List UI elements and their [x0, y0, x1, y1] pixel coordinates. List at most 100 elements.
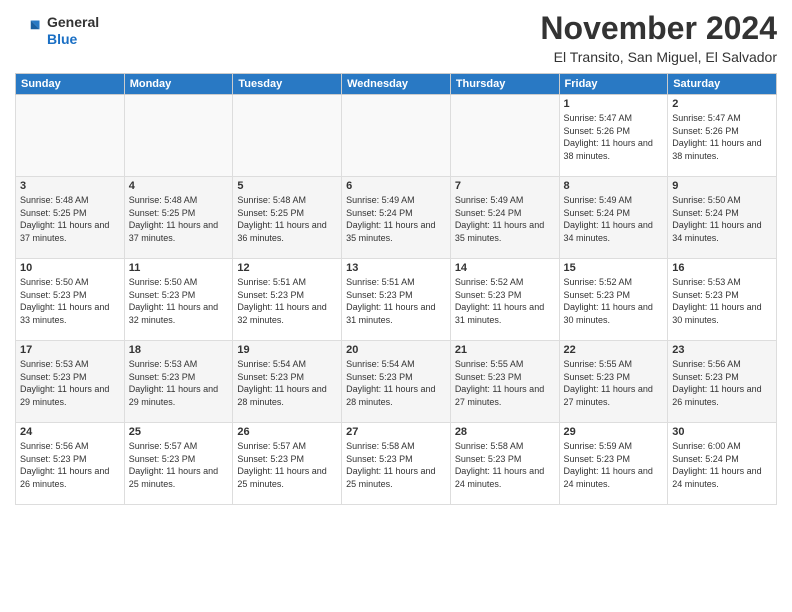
- day-number: 7: [455, 180, 555, 192]
- calendar-cell: 11Sunrise: 5:50 AM Sunset: 5:23 PM Dayli…: [124, 259, 233, 341]
- day-number: 25: [129, 426, 229, 438]
- day-info: Sunrise: 5:55 AM Sunset: 5:23 PM Dayligh…: [564, 358, 664, 408]
- day-number: 11: [129, 262, 229, 274]
- calendar-header: Sunday Monday Tuesday Wednesday Thursday…: [16, 74, 777, 95]
- calendar-cell: 4Sunrise: 5:48 AM Sunset: 5:25 PM Daylig…: [124, 177, 233, 259]
- calendar-week-1: 3 Sunrise: 5:48 AM Sunset: 5:25 PM Daylig…: [16, 177, 777, 259]
- day-number: 14: [455, 262, 555, 274]
- calendar-cell: 7 Sunrise: 5:49 AM Sunset: 5:24 PM Daylig…: [450, 177, 559, 259]
- day-number: 28: [455, 426, 555, 438]
- calendar-cell: 13 Sunrise: 5:51 AM Sunset: 5:23 PM Dayli…: [342, 259, 451, 341]
- day-info: Sunrise: 5:51 AM Sunset: 5:23 PM Dayligh…: [346, 276, 446, 326]
- day-info: Sunrise: 5:56 AM Sunset: 5:23 PM Dayligh…: [672, 358, 772, 408]
- calendar-cell: 9Sunrise: 5:50 AM Sunset: 5:24 PM Daylig…: [668, 177, 777, 259]
- day-info: Sunrise: 5:56 AM Sunset: 5:23 PM Dayligh…: [20, 440, 120, 490]
- calendar-cell: [450, 95, 559, 177]
- logo-text: General Blue: [47, 14, 99, 48]
- calendar-cell: 14 Sunrise: 5:52 AM Sunset: 5:23 PM Dayli…: [450, 259, 559, 341]
- col-wednesday: Wednesday: [342, 74, 451, 95]
- day-number: 2: [672, 98, 772, 110]
- day-info: Sunrise: 5:52 AM Sunset: 5:23 PM Dayligh…: [564, 276, 664, 326]
- subtitle: El Transito, San Miguel, El Salvador: [540, 49, 777, 65]
- day-number: 30: [672, 426, 772, 438]
- logo-icon: [15, 17, 43, 45]
- col-tuesday: Tuesday: [233, 74, 342, 95]
- day-number: 24: [20, 426, 120, 438]
- calendar-week-3: 17 Sunrise: 5:53 AM Sunset: 5:23 PM Dayli…: [16, 341, 777, 423]
- day-info: Sunrise: 5:48 AM Sunset: 5:25 PM Dayligh…: [237, 194, 337, 244]
- calendar-cell: 3Sunrise: 5:48 AM Sunset: 5:25 PM Daylig…: [16, 177, 125, 259]
- col-sunday: Sunday: [16, 74, 125, 95]
- day-number: 22: [564, 344, 664, 356]
- logo-general: General: [47, 14, 99, 31]
- calendar-cell: [233, 95, 342, 177]
- page: General Blue November 2024 El Transito, …: [0, 0, 792, 612]
- calendar-cell: [124, 95, 233, 177]
- calendar-cell: 25 Sunrise: 5:57 AM Sunset: 5:23 PM Dayli…: [124, 423, 233, 505]
- day-number: 21: [455, 344, 555, 356]
- header: General Blue November 2024 El Transito, …: [15, 10, 777, 65]
- calendar-cell: 1 Sunrise: 5:47 AM Sunset: 5:26 PM Daylig…: [559, 95, 668, 177]
- day-number: 3: [20, 180, 120, 192]
- day-info: Sunrise: 5:50 AM Sunset: 5:23 PM Dayligh…: [20, 276, 120, 326]
- calendar-cell: 12Sunrise: 5:51 AM Sunset: 5:23 PM Dayli…: [233, 259, 342, 341]
- day-number: 16: [672, 262, 772, 274]
- calendar-cell: 6Sunrise: 5:49 AM Sunset: 5:24 PM Daylig…: [342, 177, 451, 259]
- calendar-cell: 16 Sunrise: 5:53 AM Sunset: 5:23 PM Dayli…: [668, 259, 777, 341]
- month-title: November 2024: [540, 10, 777, 47]
- day-info: Sunrise: 5:57 AM Sunset: 5:23 PM Dayligh…: [129, 440, 229, 490]
- calendar-cell: 28 Sunrise: 5:58 AM Sunset: 5:23 PM Dayli…: [450, 423, 559, 505]
- col-saturday: Saturday: [668, 74, 777, 95]
- calendar-cell: 8 Sunrise: 5:49 AM Sunset: 5:24 PM Daylig…: [559, 177, 668, 259]
- day-number: 26: [237, 426, 337, 438]
- day-info: Sunrise: 5:52 AM Sunset: 5:23 PM Dayligh…: [455, 276, 555, 326]
- calendar-week-0: 1 Sunrise: 5:47 AM Sunset: 5:26 PM Daylig…: [16, 95, 777, 177]
- day-number: 17: [20, 344, 120, 356]
- calendar-cell: 18Sunrise: 5:53 AM Sunset: 5:23 PM Dayli…: [124, 341, 233, 423]
- calendar-cell: 19Sunrise: 5:54 AM Sunset: 5:23 PM Dayli…: [233, 341, 342, 423]
- calendar-cell: 2 Sunrise: 5:47 AM Sunset: 5:26 PM Daylig…: [668, 95, 777, 177]
- day-number: 5: [237, 180, 337, 192]
- day-number: 1: [564, 98, 664, 110]
- calendar-cell: 21Sunrise: 5:55 AM Sunset: 5:23 PM Dayli…: [450, 341, 559, 423]
- calendar-cell: 22 Sunrise: 5:55 AM Sunset: 5:23 PM Dayli…: [559, 341, 668, 423]
- calendar-cell: [16, 95, 125, 177]
- logo: General Blue: [15, 14, 99, 48]
- calendar-cell: [342, 95, 451, 177]
- header-row: Sunday Monday Tuesday Wednesday Thursday…: [16, 74, 777, 95]
- day-info: Sunrise: 5:49 AM Sunset: 5:24 PM Dayligh…: [346, 194, 446, 244]
- day-number: 13: [346, 262, 446, 274]
- day-info: Sunrise: 5:54 AM Sunset: 5:23 PM Dayligh…: [346, 358, 446, 408]
- day-number: 12: [237, 262, 337, 274]
- day-info: Sunrise: 5:53 AM Sunset: 5:23 PM Dayligh…: [20, 358, 120, 408]
- day-info: Sunrise: 5:47 AM Sunset: 5:26 PM Dayligh…: [672, 112, 772, 162]
- calendar-body: 1 Sunrise: 5:47 AM Sunset: 5:26 PM Daylig…: [16, 95, 777, 505]
- day-number: 27: [346, 426, 446, 438]
- day-number: 8: [564, 180, 664, 192]
- title-area: November 2024 El Transito, San Miguel, E…: [540, 10, 777, 65]
- calendar-cell: 23Sunrise: 5:56 AM Sunset: 5:23 PM Dayli…: [668, 341, 777, 423]
- day-info: Sunrise: 6:00 AM Sunset: 5:24 PM Dayligh…: [672, 440, 772, 490]
- calendar-week-4: 24 Sunrise: 5:56 AM Sunset: 5:23 PM Dayli…: [16, 423, 777, 505]
- calendar-cell: 26Sunrise: 5:57 AM Sunset: 5:23 PM Dayli…: [233, 423, 342, 505]
- calendar-cell: 5 Sunrise: 5:48 AM Sunset: 5:25 PM Daylig…: [233, 177, 342, 259]
- day-info: Sunrise: 5:53 AM Sunset: 5:23 PM Dayligh…: [672, 276, 772, 326]
- calendar-cell: 17 Sunrise: 5:53 AM Sunset: 5:23 PM Dayli…: [16, 341, 125, 423]
- calendar-cell: 27 Sunrise: 5:58 AM Sunset: 5:23 PM Dayli…: [342, 423, 451, 505]
- logo-blue: Blue: [47, 31, 99, 48]
- day-info: Sunrise: 5:47 AM Sunset: 5:26 PM Dayligh…: [564, 112, 664, 162]
- calendar-cell: 20Sunrise: 5:54 AM Sunset: 5:23 PM Dayli…: [342, 341, 451, 423]
- day-info: Sunrise: 5:50 AM Sunset: 5:24 PM Dayligh…: [672, 194, 772, 244]
- day-number: 10: [20, 262, 120, 274]
- day-number: 29: [564, 426, 664, 438]
- day-info: Sunrise: 5:48 AM Sunset: 5:25 PM Dayligh…: [129, 194, 229, 244]
- col-thursday: Thursday: [450, 74, 559, 95]
- calendar-cell: 15Sunrise: 5:52 AM Sunset: 5:23 PM Dayli…: [559, 259, 668, 341]
- day-info: Sunrise: 5:49 AM Sunset: 5:24 PM Dayligh…: [564, 194, 664, 244]
- day-info: Sunrise: 5:54 AM Sunset: 5:23 PM Dayligh…: [237, 358, 337, 408]
- day-info: Sunrise: 5:59 AM Sunset: 5:23 PM Dayligh…: [564, 440, 664, 490]
- day-info: Sunrise: 5:58 AM Sunset: 5:23 PM Dayligh…: [455, 440, 555, 490]
- calendar-cell: 10 Sunrise: 5:50 AM Sunset: 5:23 PM Dayli…: [16, 259, 125, 341]
- day-info: Sunrise: 5:49 AM Sunset: 5:24 PM Dayligh…: [455, 194, 555, 244]
- day-info: Sunrise: 5:58 AM Sunset: 5:23 PM Dayligh…: [346, 440, 446, 490]
